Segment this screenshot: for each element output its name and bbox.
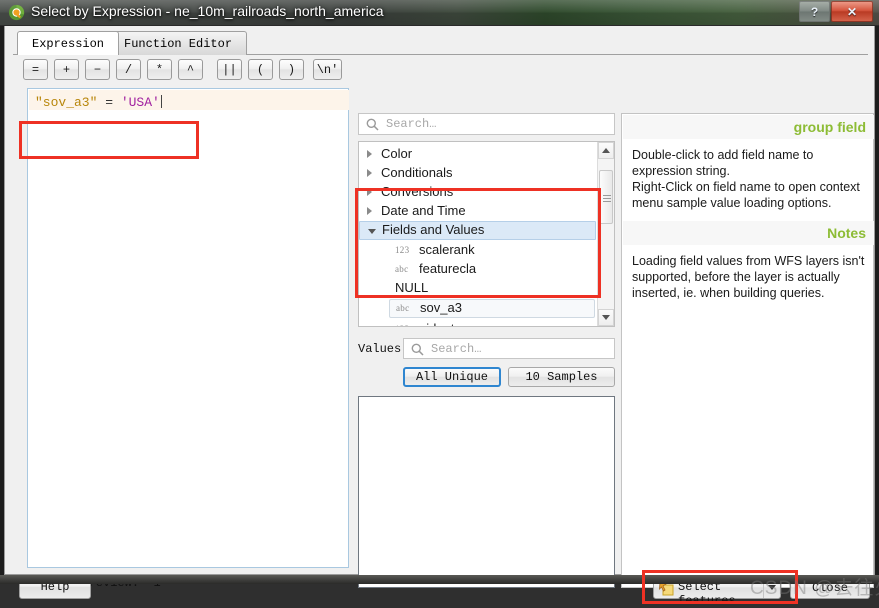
tree-item-label: Conversions xyxy=(381,184,454,199)
select-features-icon xyxy=(659,581,674,601)
triangle-down-icon xyxy=(602,315,610,320)
text-type-icon: abc xyxy=(395,264,409,274)
scroll-up-button[interactable] xyxy=(598,142,614,159)
chevron-down-icon xyxy=(368,229,376,234)
chevron-right-icon xyxy=(367,188,372,196)
values-search-input[interactable]: Search… xyxy=(403,338,615,359)
text-caret xyxy=(160,95,162,108)
window-title: Select by Expression - ne_10m_railroads_… xyxy=(31,3,384,19)
help-group-text: Double-click to add field name to expres… xyxy=(632,148,860,210)
values-label: Values xyxy=(358,342,402,356)
help-notes-heading: Notes xyxy=(623,221,874,245)
tree-field-sov-a3[interactable]: abc sov_a3 xyxy=(389,299,595,318)
function-search-input[interactable]: Search… xyxy=(358,113,615,135)
operator-minus-button[interactable]: − xyxy=(85,59,110,80)
expression-tab-page: = + − / * ^ || ( ) \n' "sov_a3" = 'USA' … xyxy=(13,55,874,590)
scrollbar-thumb[interactable] xyxy=(599,170,613,224)
operator-newline-button[interactable]: \n' xyxy=(313,59,342,80)
chevron-right-icon xyxy=(367,207,372,215)
tree-group-conversions[interactable]: Conversions xyxy=(359,183,596,202)
qgis-logo-icon xyxy=(8,4,25,21)
expression-string-token: 'USA' xyxy=(120,95,160,110)
operator-divide-button[interactable]: / xyxy=(116,59,141,80)
tree-field-featurecla[interactable]: abc featurecla xyxy=(359,260,596,279)
expression-input[interactable]: "sov_a3" = 'USA' xyxy=(27,88,349,568)
tree-group-color[interactable]: Color xyxy=(359,145,596,164)
tab-function-editor[interactable]: Function Editor xyxy=(109,31,248,55)
numeric-type-icon: 123 xyxy=(395,245,410,255)
tree-field-uident[interactable]: 123 uident xyxy=(359,320,596,326)
operator-concat-button[interactable]: || xyxy=(217,59,242,80)
titlebar-close-button[interactable]: ✕ xyxy=(831,1,873,22)
tree-item-label: Fields and Values xyxy=(382,222,485,237)
expression-field-token: "sov_a3" xyxy=(35,95,98,110)
tree-group-date-and-time[interactable]: Date and Time xyxy=(359,202,596,221)
search-icon xyxy=(411,343,424,361)
ten-samples-button[interactable]: 10 Samples xyxy=(508,367,615,387)
tree-item-label: uident xyxy=(419,321,454,326)
operator-equals-button[interactable]: = xyxy=(23,59,48,80)
operator-button-row: = + − / * ^ || ( ) \n' xyxy=(23,59,348,81)
grip-line xyxy=(603,201,611,202)
tree-field-scalerank[interactable]: 123 scalerank xyxy=(359,241,596,260)
tree-value-null[interactable]: NULL xyxy=(359,279,596,298)
scroll-down-button[interactable] xyxy=(598,309,614,326)
operator-close-paren-button[interactable]: ) xyxy=(279,59,304,80)
help-notes-text: Loading field values from WFS layers isn… xyxy=(632,254,865,300)
operator-plus-button[interactable]: + xyxy=(54,59,79,80)
expression-text: "sov_a3" = 'USA' xyxy=(35,95,162,111)
function-tree[interactable]: Color Conditionals Conversions Date and … xyxy=(358,141,615,327)
triangle-up-icon xyxy=(602,148,610,153)
tree-item-label: Color xyxy=(381,146,413,161)
chevron-right-icon xyxy=(367,169,372,177)
tree-item-label: Date and Time xyxy=(381,203,466,218)
tab-strip: Expression Function Editor xyxy=(13,31,868,55)
tree-item-label: scalerank xyxy=(419,242,475,257)
operator-open-paren-button[interactable]: ( xyxy=(248,59,273,80)
tree-group-fields-and-values[interactable]: Fields and Values xyxy=(359,221,596,240)
dialog-body: Expression Function Editor = + − / * ^ |… xyxy=(4,26,879,608)
grip-line xyxy=(603,195,611,196)
text-type-icon: abc xyxy=(396,303,410,313)
window-bottom-frame xyxy=(0,575,879,584)
tree-item-label: Conditionals xyxy=(381,165,453,180)
values-search-placeholder: Search… xyxy=(431,342,482,356)
titlebar-help-button[interactable]: ? xyxy=(799,1,830,22)
tree-scrollbar[interactable] xyxy=(597,142,614,326)
search-icon xyxy=(366,118,379,136)
tree-group-conditionals[interactable]: Conditionals xyxy=(359,164,596,183)
chevron-down-icon xyxy=(768,585,776,590)
grip-line xyxy=(603,198,611,199)
chevron-right-icon xyxy=(367,150,372,158)
help-panel: group field Double-click to add field na… xyxy=(621,113,874,588)
all-unique-button[interactable]: All Unique xyxy=(403,367,501,387)
function-search-placeholder: Search… xyxy=(386,117,437,131)
tab-expression[interactable]: Expression xyxy=(17,31,120,55)
tree-item-label: sov_a3 xyxy=(420,300,462,315)
help-group-heading: group field xyxy=(623,115,874,139)
expression-operator-token: = xyxy=(97,95,121,110)
title-bar: Select by Expression - ne_10m_railroads_… xyxy=(0,0,879,26)
tree-item-label: featurecla xyxy=(419,261,477,276)
numeric-type-icon: 123 xyxy=(395,324,409,326)
operator-multiply-button[interactable]: * xyxy=(147,59,172,80)
select-by-expression-window: Select by Expression - ne_10m_railroads_… xyxy=(0,0,879,608)
values-list[interactable] xyxy=(358,396,615,588)
operator-power-button[interactable]: ^ xyxy=(178,59,203,80)
tree-item-label: NULL xyxy=(395,280,429,295)
